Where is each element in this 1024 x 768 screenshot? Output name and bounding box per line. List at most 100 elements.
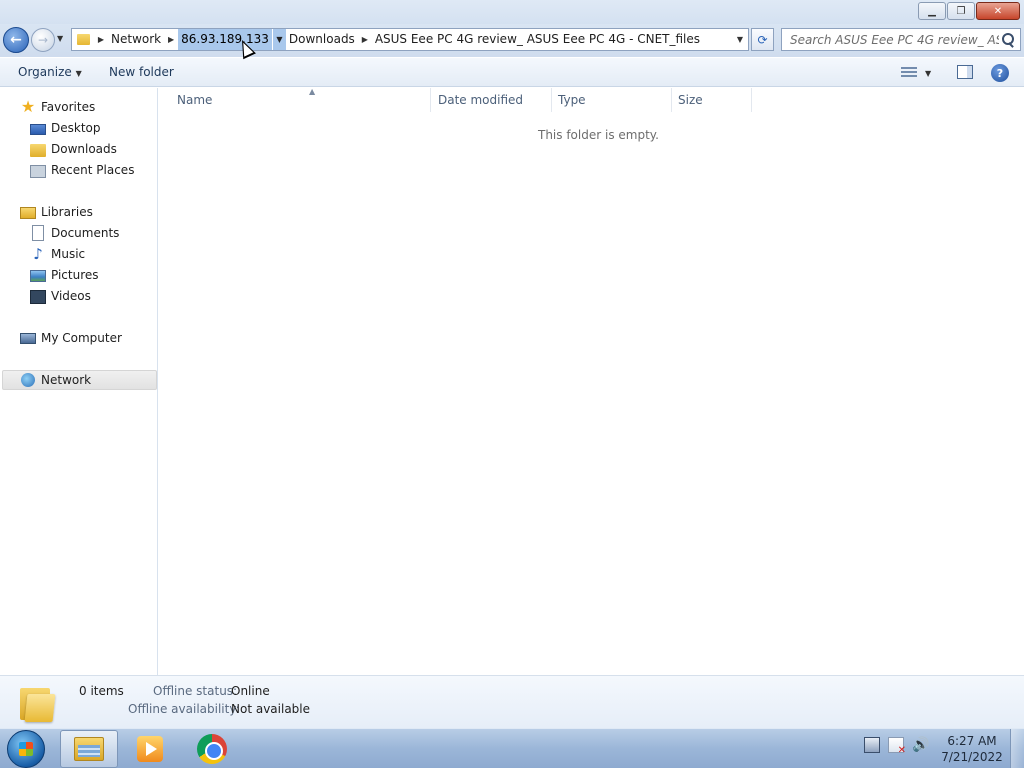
offline-availability-value: Not available xyxy=(231,702,311,716)
clock-date: 7/21/2022 xyxy=(941,750,1003,764)
window-controls: ▁ ❐ ✕ xyxy=(918,2,1020,20)
details-pane: 0 items Offline status: Online Offline a… xyxy=(0,675,1024,728)
sidebar-item-label: Music xyxy=(51,247,86,261)
empty-folder-message: This folder is empty. xyxy=(538,128,659,142)
command-bar: Organize ▼ New folder ▼ ? xyxy=(0,57,1024,87)
sidebar-item-network[interactable]: Network xyxy=(2,370,157,390)
chrome-icon xyxy=(197,734,227,764)
breadcrumb-chevron-icon[interactable]: ▶ xyxy=(358,35,372,44)
address-row: ← → ▼ ▶ Network ▶ 86.93.189.133 ▼ Downlo… xyxy=(0,24,1024,57)
breadcrumb-host[interactable]: 86.93.189.133 xyxy=(178,29,272,50)
column-header-size[interactable]: Size xyxy=(672,88,752,112)
preview-pane-icon[interactable] xyxy=(957,65,973,79)
sidebar-item-documents[interactable]: Documents xyxy=(30,223,119,243)
file-list[interactable]: Name ▲ Date modified Type Size This fold… xyxy=(159,87,1024,675)
sidebar-item-desktop[interactable]: Desktop xyxy=(30,118,101,138)
sidebar-item-my-computer[interactable]: My Computer xyxy=(20,328,122,348)
volume-icon[interactable]: 🔊 xyxy=(912,737,929,753)
restore-button[interactable]: ❐ xyxy=(947,2,975,20)
offline-availability-label: Offline availability: xyxy=(128,702,240,716)
sidebar-item-label: Desktop xyxy=(51,121,101,135)
desktop-icon xyxy=(30,123,46,135)
network-tray-icon[interactable] xyxy=(864,737,880,753)
sidebar-item-music[interactable]: ♪ Music xyxy=(30,244,85,264)
chevron-down-icon[interactable]: ▼ xyxy=(925,69,931,78)
media-player-icon xyxy=(137,736,163,762)
clock[interactable]: 6:27 AM 7/21/2022 xyxy=(940,733,1004,765)
sidebar-item-pictures[interactable]: Pictures xyxy=(30,265,99,285)
taskbar-app-chrome[interactable] xyxy=(183,730,241,768)
address-bar[interactable]: ▶ Network ▶ 86.93.189.133 ▼ Downloads ▶ … xyxy=(71,28,749,51)
sidebar-item-label: Documents xyxy=(51,226,120,240)
new-folder-button[interactable]: New folder xyxy=(109,65,174,79)
recent-places-icon xyxy=(30,164,46,178)
breadcrumb-network[interactable]: Network xyxy=(108,29,164,50)
organize-menu[interactable]: Organize ▼ xyxy=(18,65,82,79)
taskbar: 🔊 6:27 AM 7/21/2022 xyxy=(0,728,1024,768)
breadcrumb-chevron-icon[interactable]: ▶ xyxy=(94,35,108,44)
libraries-icon xyxy=(20,207,36,219)
star-icon: ★ xyxy=(20,97,36,116)
views-icon xyxy=(901,67,917,79)
videos-icon xyxy=(30,289,46,304)
recent-pages-dropdown[interactable]: ▼ xyxy=(57,34,63,43)
arrow-right-icon: → xyxy=(37,33,49,47)
forward-button[interactable]: → xyxy=(31,28,55,52)
system-tray: 🔊 xyxy=(864,737,929,756)
search-box[interactable] xyxy=(781,28,1021,51)
windows-explorer-icon xyxy=(74,737,104,761)
column-header-name[interactable]: Name ▲ xyxy=(171,87,431,112)
organize-label: Organize xyxy=(18,65,72,79)
item-count: 0 items xyxy=(79,684,124,698)
help-icon[interactable]: ? xyxy=(991,64,1009,82)
close-button[interactable]: ✕ xyxy=(976,2,1020,20)
minimize-button[interactable]: ▁ xyxy=(918,2,946,20)
column-header-label: Name xyxy=(177,93,213,107)
sidebar-item-label: My Computer xyxy=(41,331,122,345)
sidebar-item-videos[interactable]: Videos xyxy=(30,286,91,306)
chevron-down-icon: ▼ xyxy=(75,69,82,78)
sidebar-item-label: Recent Places xyxy=(51,163,135,177)
window-titlebar[interactable]: ▁ ❐ ✕ xyxy=(0,0,1024,24)
sidebar-item-label: Network xyxy=(41,373,92,387)
refresh-icon: ⟳ xyxy=(757,32,768,47)
taskbar-app-windows-explorer[interactable] xyxy=(60,730,118,768)
sidebar-item-label: Favorites xyxy=(41,100,96,114)
refresh-button[interactable]: ⟳ xyxy=(751,28,774,51)
sort-ascending-icon: ▲ xyxy=(309,87,316,96)
pictures-icon xyxy=(30,270,46,282)
action-center-icon[interactable] xyxy=(888,737,906,756)
sidebar-item-label: Downloads xyxy=(51,142,117,156)
navigation-pane: ★ Favorites Desktop Downloads Recent Pla… xyxy=(0,88,158,675)
sidebar-item-favorites[interactable]: ★ Favorites xyxy=(20,97,95,117)
sidebar-item-recent-places[interactable]: Recent Places xyxy=(30,160,134,180)
sidebar-item-label: Pictures xyxy=(51,268,99,282)
sidebar-item-label: Libraries xyxy=(41,205,93,219)
breadcrumb-current-folder[interactable]: ASUS Eee PC 4G review_ ASUS Eee PC 4G - … xyxy=(372,29,703,50)
start-button[interactable] xyxy=(7,730,45,768)
breadcrumb-downloads[interactable]: Downloads xyxy=(286,29,358,50)
show-desktop-button[interactable] xyxy=(1010,729,1024,768)
offline-status-label: Offline status: xyxy=(153,684,238,698)
breadcrumb-chevron-icon[interactable]: ▶ xyxy=(164,35,178,44)
search-input[interactable] xyxy=(790,32,999,47)
documents-icon xyxy=(32,225,44,241)
search-icon[interactable] xyxy=(999,31,1017,49)
computer-icon xyxy=(20,333,36,344)
folder-icon xyxy=(72,29,94,50)
folder-icon xyxy=(20,684,56,722)
taskbar-app-media-player[interactable] xyxy=(121,730,179,768)
network-icon xyxy=(21,373,35,387)
offline-status-value: Online xyxy=(231,684,270,698)
arrow-left-icon: ← xyxy=(10,32,22,48)
address-history-dropdown[interactable]: ▼ xyxy=(732,35,748,44)
downloads-folder-icon xyxy=(30,143,46,157)
sidebar-item-label: Videos xyxy=(51,289,91,303)
sidebar-item-downloads[interactable]: Downloads xyxy=(30,139,117,159)
breadcrumb-dropdown-icon[interactable]: ▼ xyxy=(271,29,286,50)
back-button[interactable]: ← xyxy=(3,27,29,53)
column-header-type[interactable]: Type xyxy=(552,88,672,112)
change-view-button[interactable]: ▼ xyxy=(901,65,939,81)
sidebar-item-libraries[interactable]: Libraries xyxy=(20,202,93,222)
column-header-date-modified[interactable]: Date modified xyxy=(432,88,552,112)
